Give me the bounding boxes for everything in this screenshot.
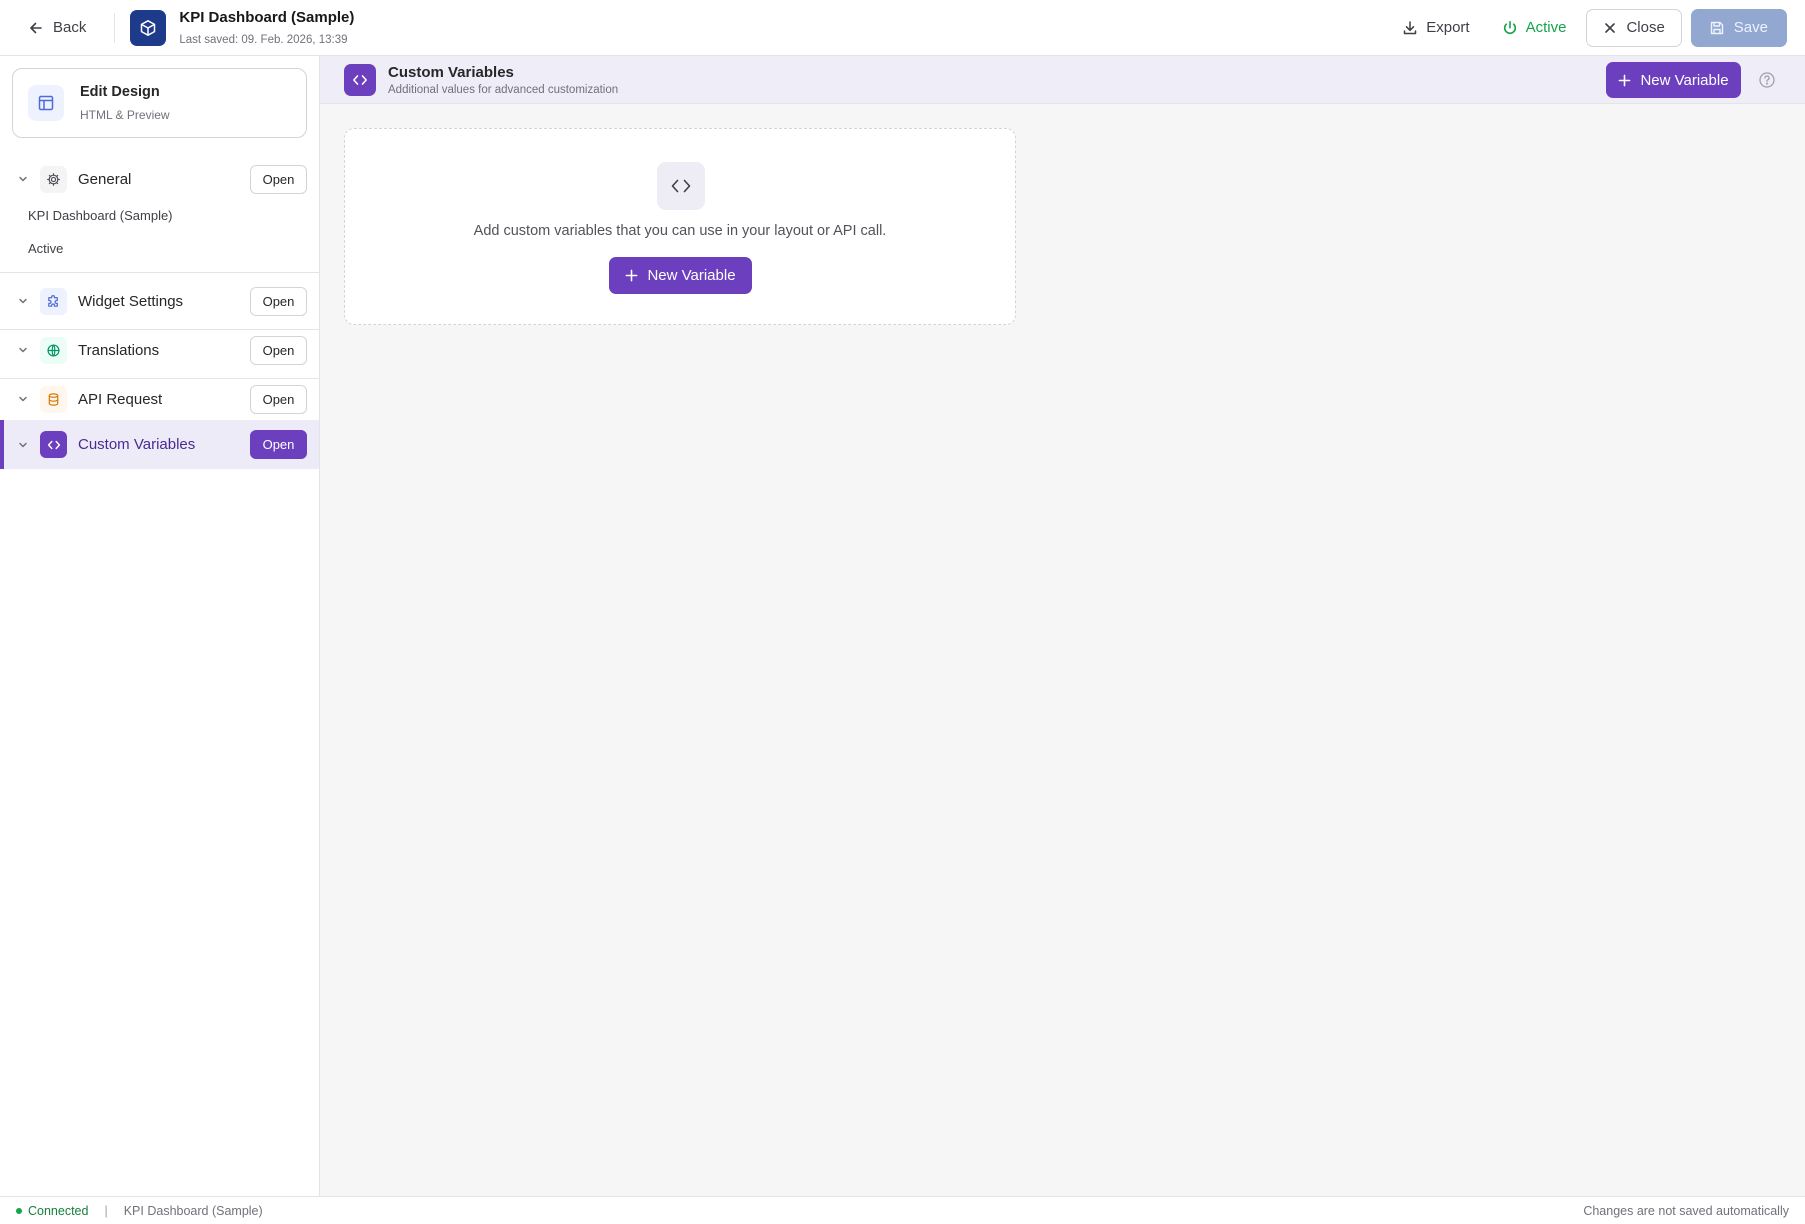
sidebar-section-translations[interactable]: Translations Open	[0, 331, 319, 369]
close-button[interactable]: Close	[1586, 8, 1682, 47]
status-dot	[16, 1207, 22, 1214]
divider	[0, 329, 319, 330]
status-separator: |	[104, 1203, 108, 1218]
sidebar-section-api-request[interactable]: API Request Open	[0, 380, 319, 418]
export-button[interactable]: Export	[1402, 19, 1470, 36]
chevron-down-icon	[19, 298, 27, 304]
status-widget-name: KPI Dashboard (Sample)	[123, 1203, 263, 1218]
status-bar: Connected | KPI Dashboard (Sample) Chang…	[0, 1196, 1805, 1224]
sidebar-section-label: General	[78, 170, 132, 188]
new-variable-button[interactable]: New Variable	[609, 257, 752, 294]
globe-icon	[40, 336, 67, 364]
cube-icon	[130, 9, 167, 46]
app-title-block: KPI Dashboard (Sample) Last saved: 09. F…	[179, 9, 354, 46]
open-button[interactable]: Open	[250, 286, 307, 316]
active-label: Active	[1525, 19, 1567, 36]
plus-icon	[626, 269, 638, 282]
edit-design-card[interactable]: Edit Design HTML & Preview	[12, 68, 307, 138]
layout-icon	[28, 85, 64, 121]
new-variable-label: New Variable	[1640, 71, 1729, 89]
top-actions: Export Active Close Save	[1402, 8, 1787, 47]
page-title: Custom Variables	[388, 64, 514, 81]
close-label: Close	[1626, 19, 1665, 36]
sidebar-section-custom-variables[interactable]: Custom Variables Open	[0, 420, 319, 469]
code-icon	[344, 64, 376, 96]
save-button[interactable]: Save	[1690, 8, 1787, 47]
autosave-note: Changes are not saved automatically	[1583, 1203, 1789, 1218]
plus-icon	[1619, 74, 1631, 86]
back-button[interactable]: Back	[28, 19, 86, 36]
connection-status: Connected	[28, 1203, 89, 1218]
arrow-left-icon	[30, 22, 42, 33]
empty-state-text: Add custom variables that you can use in…	[473, 223, 887, 239]
chevron-down-icon	[19, 176, 27, 182]
puzzle-icon	[40, 287, 67, 315]
content-header: Custom Variables Additional values for a…	[320, 56, 1805, 104]
back-label: Back	[53, 19, 87, 36]
gear-icon	[40, 165, 67, 193]
divider	[114, 12, 116, 43]
open-button[interactable]: Open	[250, 430, 307, 459]
divider	[0, 378, 319, 379]
page-subtitle: Additional values for advanced customiza…	[388, 84, 619, 96]
floppy-disk-icon	[1710, 21, 1723, 34]
divider	[0, 272, 319, 273]
chevron-down-icon	[19, 347, 27, 353]
sidebar-section-label: Custom Variables	[78, 436, 196, 453]
export-label: Export	[1426, 19, 1470, 36]
last-saved-text: Last saved: 09. Feb. 2026, 13:39	[179, 34, 348, 46]
open-button[interactable]: Open	[250, 164, 307, 194]
top-bar: Back KPI Dashboard (Sample) Last saved: …	[0, 0, 1805, 56]
active-toggle[interactable]: Active	[1502, 19, 1567, 36]
chevron-down-icon	[19, 396, 27, 402]
help-icon[interactable]	[1758, 71, 1776, 89]
empty-state-card: Add custom variables that you can use in…	[344, 128, 1016, 325]
sidebar-section-label: Translations	[78, 341, 160, 359]
sidebar-section-label: Widget Settings	[78, 292, 184, 310]
database-icon	[40, 385, 67, 413]
save-label: Save	[1733, 19, 1768, 36]
code-icon	[657, 162, 705, 210]
edit-design-subtitle: HTML & Preview	[80, 108, 170, 122]
open-button[interactable]: Open	[250, 384, 307, 414]
code-icon	[40, 431, 67, 458]
open-button[interactable]: Open	[250, 335, 307, 365]
download-icon	[1403, 20, 1417, 34]
app-title: KPI Dashboard (Sample)	[179, 9, 355, 26]
new-variable-label: New Variable	[647, 267, 736, 284]
sidebar: Edit Design HTML & Preview General Open …	[0, 56, 320, 1196]
sidebar-section-general[interactable]: General Open	[0, 160, 319, 198]
chevron-down-icon	[19, 442, 27, 447]
close-icon	[1605, 22, 1616, 33]
power-icon	[1503, 20, 1516, 34]
general-status: Active	[28, 241, 64, 256]
general-widget-name: KPI Dashboard (Sample)	[28, 208, 173, 223]
edit-design-title: Edit Design	[80, 84, 160, 100]
new-variable-button[interactable]: New Variable	[1606, 62, 1741, 98]
sidebar-section-label: API Request	[78, 390, 163, 408]
sidebar-section-widget-settings[interactable]: Widget Settings Open	[0, 282, 319, 320]
